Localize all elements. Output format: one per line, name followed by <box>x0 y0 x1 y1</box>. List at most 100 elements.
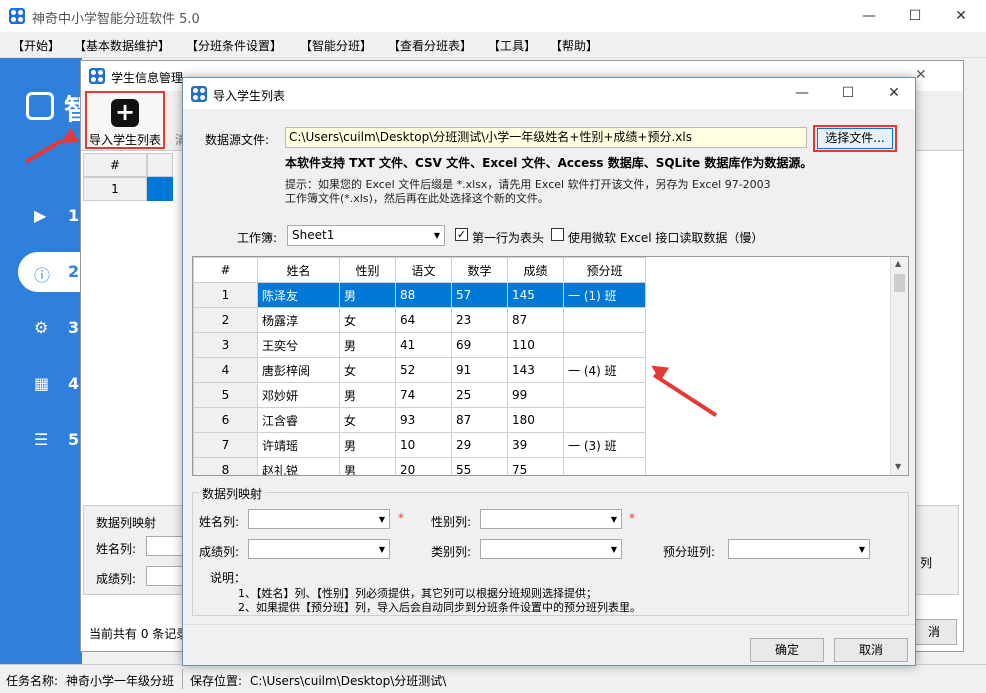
table-cell[interactable]: 87 <box>451 407 508 433</box>
table-cell[interactable]: 74 <box>395 382 452 408</box>
maximize-icon[interactable]: ☐ <box>892 0 938 32</box>
map-name-select[interactable]: ▼ <box>248 509 390 529</box>
table-cell[interactable] <box>563 307 646 333</box>
table-cell[interactable]: 女 <box>339 407 396 433</box>
table-cell[interactable]: 杨露淳 <box>257 307 340 333</box>
table-cell[interactable]: 男 <box>339 432 396 458</box>
table-row[interactable]: 8 赵礼锐男 20 55 75 <box>193 457 646 475</box>
scroll-up-icon[interactable]: ▲ <box>895 259 901 268</box>
sidebar-item-1[interactable]: ▶ 1 <box>18 196 82 236</box>
info-score-select[interactable] <box>146 566 184 586</box>
table-cell[interactable]: 57 <box>451 282 508 308</box>
table-cell[interactable] <box>563 407 646 433</box>
table-row[interactable]: 3 王奕兮男 41 69 110 <box>193 332 646 358</box>
table-cell[interactable]: 10 <box>395 432 452 458</box>
table-cell[interactable]: 陈泽友 <box>257 282 340 308</box>
table-cell[interactable]: 64 <box>395 307 452 333</box>
table-cell[interactable]: 99 <box>507 382 564 408</box>
table-cell[interactable] <box>563 382 646 408</box>
table-cell[interactable]: 180 <box>507 407 564 433</box>
table-cell[interactable]: 75 <box>507 457 564 475</box>
choose-file-button[interactable]: 选择文件... <box>817 128 893 149</box>
row-index[interactable]: 1 <box>193 282 258 308</box>
table-cell[interactable]: 男 <box>339 332 396 358</box>
table-cell[interactable]: 52 <box>395 357 452 383</box>
table-cell[interactable]: 王奕兮 <box>257 332 340 358</box>
column-header[interactable]: 成绩 <box>507 257 564 283</box>
table-cell[interactable]: 41 <box>395 332 452 358</box>
table-cell[interactable]: 女 <box>339 357 396 383</box>
table-cell[interactable]: 一 (4) 班 <box>563 357 646 383</box>
close-icon[interactable]: ✕ <box>938 0 984 32</box>
info-cancel-button[interactable]: 消 <box>911 619 957 645</box>
table-row[interactable]: 7 许靖瑶男 10 29 39 一 (3) 班 <box>193 432 646 458</box>
first-row-header-checkbox[interactable]: ✓ <box>455 228 468 241</box>
menu-smart-assign[interactable]: 【智能分班】 <box>300 37 372 54</box>
table-cell[interactable]: 江含睿 <box>257 407 340 433</box>
sidebar-item-4[interactable]: ▦ 4 <box>18 364 82 404</box>
menu-view-classes[interactable]: 【查看分班表】 <box>388 37 472 54</box>
table-cell[interactable]: 邓妙妍 <box>257 382 340 408</box>
table-row[interactable]: 4 唐彭梓阅女 52 91 143 一 (4) 班 <box>193 357 646 383</box>
row-index[interactable]: 3 <box>193 332 258 358</box>
table-cell[interactable]: 男 <box>339 282 396 308</box>
use-ms-excel-checkbox[interactable] <box>551 228 564 241</box>
table-row[interactable]: 1 陈泽友男 88 57 145 一 (1) 班 <box>193 282 646 308</box>
sidebar-item-2[interactable]: ⓘ 2 <box>18 252 82 292</box>
table-cell[interactable]: 93 <box>395 407 452 433</box>
table-cell[interactable]: 55 <box>451 457 508 475</box>
table-cell[interactable]: 20 <box>395 457 452 475</box>
table-cell[interactable]: 145 <box>507 282 564 308</box>
source-file-path[interactable]: C:\Users\cuilm\Desktop\分班测试\小学一年级姓名+性别+成… <box>285 127 807 148</box>
scrollbar-thumb[interactable] <box>894 274 905 292</box>
menu-help[interactable]: 【帮助】 <box>550 37 598 54</box>
table-cell[interactable]: 91 <box>451 357 508 383</box>
dialog-maximize-icon[interactable]: ☐ <box>825 78 871 109</box>
table-cell[interactable]: 143 <box>507 357 564 383</box>
table-row[interactable]: 5 邓妙妍男 74 25 99 <box>193 382 646 408</box>
sidebar-item-5[interactable]: ☰ 5 <box>18 420 82 460</box>
table-cell[interactable] <box>563 332 646 358</box>
menu-class-conditions[interactable]: 【分班条件设置】 <box>186 37 282 54</box>
map-score-select[interactable]: ▼ <box>248 539 390 559</box>
row-index[interactable]: 6 <box>193 407 258 433</box>
table-row[interactable]: 6 江含睿女 93 87 180 <box>193 407 646 433</box>
column-header[interactable]: 预分班 <box>563 257 646 283</box>
menu-start[interactable]: 【开始】 <box>12 37 60 54</box>
table-cell[interactable]: 男 <box>339 457 396 475</box>
row-index[interactable]: 2 <box>193 307 258 333</box>
cancel-button[interactable]: 取消 <box>834 638 908 662</box>
row-index[interactable]: 4 <box>193 357 258 383</box>
workbook-select[interactable]: Sheet1 ▼ <box>287 225 445 246</box>
table-row[interactable]: 2 杨露淳女 64 23 87 <box>193 307 646 333</box>
map-gender-select[interactable]: ▼ <box>480 509 622 529</box>
map-preclass-select[interactable]: ▼ <box>728 539 870 559</box>
table-cell[interactable]: 女 <box>339 307 396 333</box>
table-cell[interactable]: 许靖瑶 <box>257 432 340 458</box>
map-category-select[interactable]: ▼ <box>480 539 622 559</box>
table-cell[interactable]: 88 <box>395 282 452 308</box>
column-header[interactable]: 语文 <box>395 257 452 283</box>
table-cell[interactable]: 男 <box>339 382 396 408</box>
info-grid-selected-cell[interactable] <box>147 177 173 201</box>
ok-button[interactable]: 确定 <box>750 638 824 662</box>
scroll-down-icon[interactable]: ▼ <box>895 462 901 471</box>
dialog-close-icon[interactable]: ✕ <box>871 78 917 109</box>
row-index[interactable]: 7 <box>193 432 258 458</box>
table-cell[interactable]: 29 <box>451 432 508 458</box>
table-cell[interactable]: 39 <box>507 432 564 458</box>
table-cell[interactable]: 69 <box>451 332 508 358</box>
sidebar-item-3[interactable]: ⚙ 3 <box>18 308 82 348</box>
column-header[interactable]: 数学 <box>451 257 508 283</box>
row-index[interactable]: 8 <box>193 457 258 475</box>
info-name-select[interactable] <box>146 536 184 556</box>
table-cell[interactable]: 25 <box>451 382 508 408</box>
table-cell[interactable]: 唐彭梓阅 <box>257 357 340 383</box>
import-students-button[interactable]: + 导入学生列表 <box>85 91 165 149</box>
column-header[interactable]: 性别 <box>339 257 396 283</box>
dialog-minimize-icon[interactable]: — <box>779 78 825 109</box>
table-cell[interactable]: 赵礼锐 <box>257 457 340 475</box>
column-header[interactable]: 姓名 <box>257 257 340 283</box>
table-cell[interactable]: 一 (1) 班 <box>563 282 646 308</box>
row-index[interactable]: 5 <box>193 382 258 408</box>
